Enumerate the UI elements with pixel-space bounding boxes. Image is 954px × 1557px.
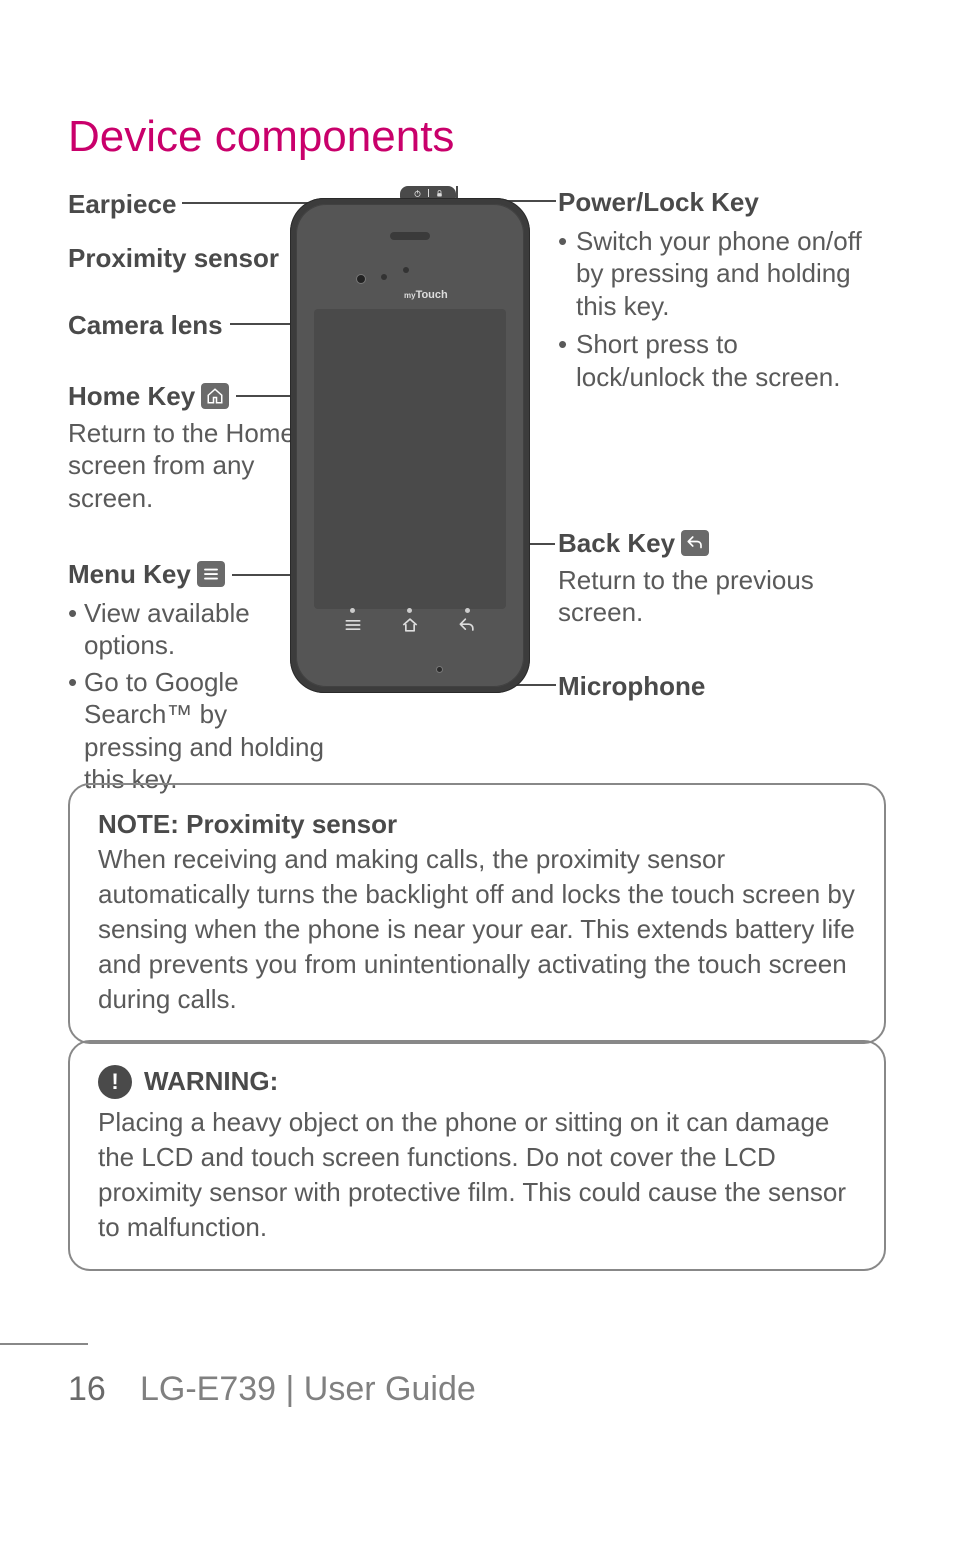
warning-title: WARNING: [144, 1064, 278, 1099]
home-key-desc: Return to the Home screen from any scree… [68, 417, 298, 515]
nav-back-key [457, 608, 477, 635]
power-key-title: Power/Lock Key [558, 186, 868, 219]
note-box: NOTE: Proximity sensor When receiving an… [68, 783, 886, 1044]
back-icon [681, 530, 709, 556]
warning-icon: ! [98, 1065, 132, 1099]
lock-icon [435, 189, 444, 198]
power-key-item: Switch your phone on/off by pressing and… [558, 225, 868, 323]
label-camera-lens: Camera lens [68, 309, 223, 342]
back-key-title: Back Key [558, 527, 675, 560]
nav-key-row [296, 601, 524, 641]
microphone-hole [436, 666, 443, 673]
label-microphone: Microphone [558, 670, 705, 703]
warning-box: ! WARNING: Placing a heavy object on the… [68, 1040, 886, 1271]
note-body: When receiving and making calls, the pro… [98, 844, 855, 1014]
page-title: Device components [68, 112, 454, 162]
label-proximity-sensor: Proximity sensor [68, 242, 279, 275]
home-icon [201, 383, 229, 409]
label-earpiece: Earpiece [68, 188, 176, 221]
camera-lens-dot [356, 274, 366, 284]
footer-rule [0, 1343, 88, 1345]
menu-key-title: Menu Key [68, 558, 191, 591]
warning-body: Placing a heavy object on the phone or s… [98, 1105, 856, 1245]
back-key-desc: Return to the previous screen. [558, 564, 858, 629]
home-key-title: Home Key [68, 380, 195, 413]
label-home-key: Home Key Return to the Home screen from … [68, 380, 298, 514]
phone-screen [314, 309, 506, 609]
nav-home-key [400, 608, 420, 635]
phone-brand: myTouch [404, 289, 448, 301]
label-power-key: Power/Lock Key Switch your phone on/off … [558, 186, 868, 399]
note-title: NOTE: Proximity sensor [98, 809, 397, 839]
phone-diagram: myTouch [280, 186, 540, 706]
nav-menu-key [343, 608, 363, 635]
menu-icon [197, 561, 225, 587]
page-number: 16 [68, 1370, 106, 1409]
manual-page: Device components Earpiece Proximity sen… [0, 0, 954, 1557]
power-icon [413, 189, 422, 198]
label-back-key: Back Key Return to the previous screen. [558, 527, 858, 629]
power-key-item: Short press to lock/unlock the screen. [558, 328, 868, 393]
earpiece-speaker [390, 232, 430, 240]
footer-guide: LG-E739 | User Guide [140, 1370, 476, 1409]
phone-body: myTouch [290, 198, 530, 693]
